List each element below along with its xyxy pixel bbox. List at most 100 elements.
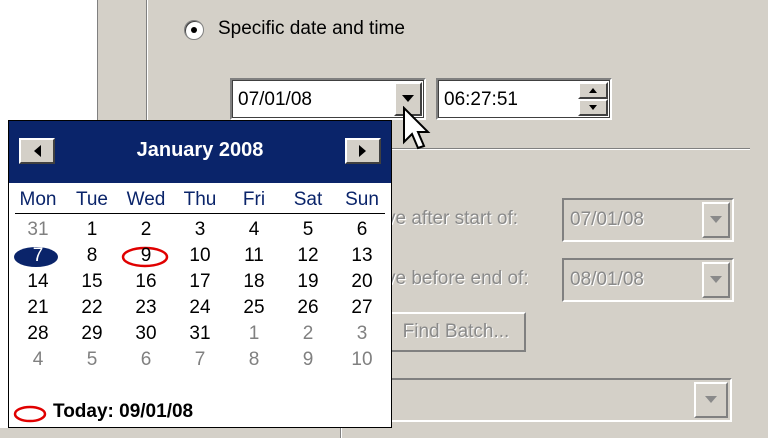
find-batch-button[interactable]: Find Batch... xyxy=(372,312,526,352)
calendar-day-number: 15 xyxy=(81,271,103,292)
calendar-day[interactable]: 31 xyxy=(11,219,65,245)
calendar-day-number: 1 xyxy=(248,323,260,344)
chevron-down-icon xyxy=(710,276,722,283)
calendar-day[interactable]: 17 xyxy=(173,271,227,297)
triangle-right-icon xyxy=(359,145,366,157)
today-link[interactable]: Today: 09/01/08 xyxy=(9,401,389,427)
calendar-day-number: 21 xyxy=(27,297,49,318)
calendar-day-number: 31 xyxy=(27,219,49,240)
calendar-day-number: 31 xyxy=(189,323,211,344)
calendar-header: January 2008 xyxy=(9,121,391,183)
calendar-day-number: 10 xyxy=(189,245,211,266)
dow-wed: Wed xyxy=(126,189,166,210)
next-month-button[interactable] xyxy=(345,138,381,164)
time-spin-up-button[interactable] xyxy=(578,82,608,99)
spin-up-icon xyxy=(589,88,597,93)
dow-sun: Sun xyxy=(345,189,379,210)
calendar-day-number: 8 xyxy=(248,349,260,370)
before-end-dropdown-button[interactable] xyxy=(702,262,730,298)
calendar-day[interactable]: 20 xyxy=(335,271,389,297)
calendar-day[interactable]: 14 xyxy=(11,271,65,297)
calendar-day[interactable]: 6 xyxy=(119,349,173,375)
spin-down-icon xyxy=(589,105,597,110)
dow-mon: Mon xyxy=(19,189,57,210)
dow-sat: Sat xyxy=(293,189,323,210)
calendar-day[interactable]: 12 xyxy=(281,245,335,271)
calendar-day-number: 9 xyxy=(140,245,152,266)
days-of-week-row: Mon Tue Wed Thu Fri Sat Sun xyxy=(9,189,391,213)
find-batch-label: Find Batch... xyxy=(402,321,510,342)
calendar-day[interactable]: 8 xyxy=(227,349,281,375)
calendar-day[interactable]: 23 xyxy=(119,297,173,323)
after-start-dropdown-button[interactable] xyxy=(702,202,730,238)
calendar-month-title: January 2008 xyxy=(136,139,264,161)
calendar-day[interactable]: 19 xyxy=(281,271,335,297)
calendar-day[interactable]: 5 xyxy=(65,349,119,375)
calendar-day[interactable]: 18 xyxy=(227,271,281,297)
calendar-day-number: 13 xyxy=(351,245,373,266)
calendar-day-number: 1 xyxy=(86,219,98,240)
calendar-day[interactable]: 3 xyxy=(173,219,227,245)
batch-select[interactable] xyxy=(380,378,732,422)
calendar-day[interactable]: 7 xyxy=(173,349,227,375)
calendar-day[interactable]: 6 xyxy=(335,219,389,245)
calendar-day[interactable]: 9 xyxy=(119,245,173,271)
calendar-day-number: 14 xyxy=(27,271,49,292)
batch-select-dropdown-button[interactable] xyxy=(694,382,728,418)
calendar-day[interactable]: 25 xyxy=(227,297,281,323)
calendar-day[interactable]: 24 xyxy=(173,297,227,323)
calendar-day[interactable]: 10 xyxy=(173,245,227,271)
specific-date-radio[interactable] xyxy=(184,20,204,40)
calendar-day[interactable]: 13 xyxy=(335,245,389,271)
calendar-day[interactable]: 22 xyxy=(65,297,119,323)
calendar-day-number: 3 xyxy=(194,219,206,240)
calendar-day[interactable]: 1 xyxy=(227,323,281,349)
calendar-day-number: 6 xyxy=(356,219,368,240)
calendar-day-number: 25 xyxy=(243,297,265,318)
calendar-day[interactable]: 10 xyxy=(335,349,389,375)
calendar-day[interactable]: 15 xyxy=(65,271,119,297)
calendar-day-number: 18 xyxy=(243,271,265,292)
calendar-day-number: 27 xyxy=(351,297,373,318)
calendar-day[interactable]: 26 xyxy=(281,297,335,323)
calendar-day[interactable]: 31 xyxy=(173,323,227,349)
calendar-day[interactable]: 9 xyxy=(281,349,335,375)
calendar-day[interactable]: 11 xyxy=(227,245,281,271)
calendar-day[interactable]: 1 xyxy=(65,219,119,245)
calendar-day[interactable]: 7 xyxy=(11,245,65,271)
calendar-day-number: 3 xyxy=(356,323,368,344)
calendar-day-number: 30 xyxy=(135,323,157,344)
specific-date-label: Specific date and time xyxy=(218,18,405,39)
calendar-day[interactable]: 8 xyxy=(65,245,119,271)
dow-thu: Thu xyxy=(183,189,217,210)
calendar-day-number: 4 xyxy=(32,349,44,370)
calendar-day-number: 2 xyxy=(302,323,314,344)
calendar-day[interactable]: 4 xyxy=(11,349,65,375)
calendar-day[interactable]: 16 xyxy=(119,271,173,297)
calendar-day[interactable]: 29 xyxy=(65,323,119,349)
calendar-day-number: 29 xyxy=(81,323,103,344)
calendar-day-number: 24 xyxy=(189,297,211,318)
calendar-day[interactable]: 3 xyxy=(335,323,389,349)
time-spin-down-button[interactable] xyxy=(578,99,608,116)
chevron-down-icon xyxy=(705,396,717,403)
calendar-day-number: 9 xyxy=(302,349,314,370)
calendar-day[interactable]: 2 xyxy=(119,219,173,245)
calendar-day[interactable]: 28 xyxy=(11,323,65,349)
calendar-day-number: 7 xyxy=(194,349,206,370)
calendar-day-number: 28 xyxy=(27,323,49,344)
calendar-day[interactable]: 21 xyxy=(11,297,65,323)
chevron-down-icon xyxy=(402,95,414,102)
calendar-day[interactable]: 27 xyxy=(335,297,389,323)
calendar-day-number: 4 xyxy=(248,219,260,240)
calendar-day[interactable]: 30 xyxy=(119,323,173,349)
calendar-day[interactable]: 5 xyxy=(281,219,335,245)
calendar-day-number: 22 xyxy=(81,297,103,318)
calendar-day-number: 20 xyxy=(351,271,373,292)
calendar-day[interactable]: 2 xyxy=(281,323,335,349)
calendar-day-number: 6 xyxy=(140,349,152,370)
calendar-day-number: 7 xyxy=(32,245,44,266)
calendar-day-number: 2 xyxy=(140,219,152,240)
chevron-down-icon xyxy=(710,216,722,223)
calendar-day[interactable]: 4 xyxy=(227,219,281,245)
